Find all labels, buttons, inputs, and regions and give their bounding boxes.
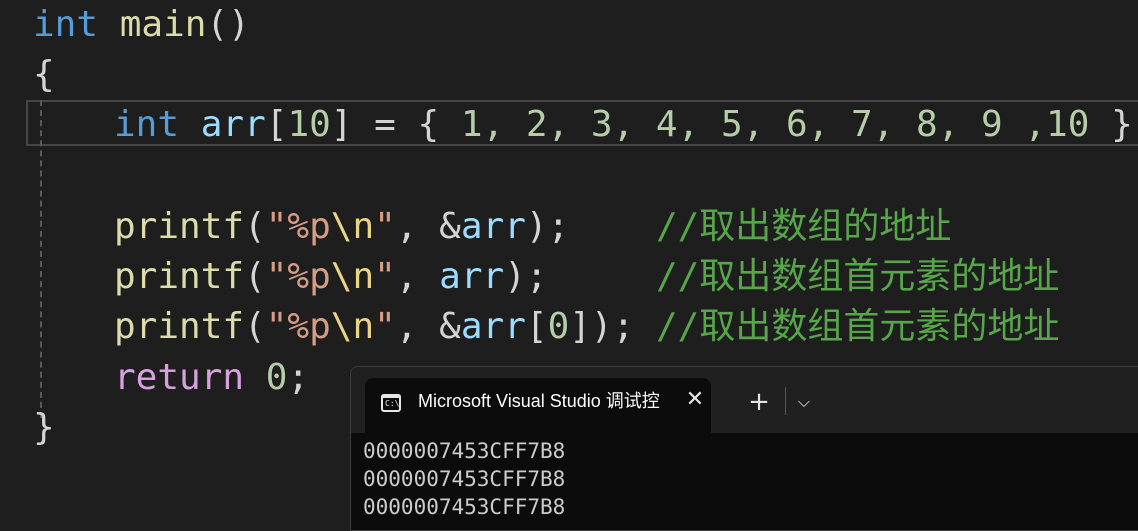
escape-sequence: \n [330, 256, 375, 297]
comment: //取出数组首元素的地址 [655, 306, 1060, 347]
argument: arr [460, 306, 526, 347]
function-call: printf [114, 256, 245, 297]
return-value: 0 [265, 357, 288, 398]
open-brace: { [33, 54, 55, 95]
initializer-values: 1, 2, 3, 4, 5, 6, 7, 8, 9 ,10 [460, 104, 1090, 145]
format-string: "%p [265, 306, 331, 347]
function-name: main [119, 4, 207, 45]
debug-console-window[interactable]: C:\ Microsoft Visual Studio 调试控 ✕ + ⌵ 00… [350, 366, 1138, 531]
keyword-int: int [114, 104, 180, 145]
code-line-7[interactable]: return 0; [114, 353, 309, 403]
paren: ( [244, 306, 266, 347]
format-string: "%p [265, 256, 331, 297]
string-quote: " [374, 256, 396, 297]
output-line: 0000007453CFF7B8 [363, 467, 566, 491]
code-line-3[interactable]: int arr[10] = { 1, 2, 3, 4, 5, 6, 7, 8, … [114, 100, 1138, 150]
function-call: printf [114, 306, 245, 347]
escape-sequence: \n [330, 206, 375, 247]
separator: , & [395, 206, 461, 247]
parens: () [206, 4, 250, 45]
statement-end: ]); [569, 306, 635, 347]
statement-end: ; [287, 357, 310, 398]
paren: ( [244, 256, 266, 297]
index: 0 [547, 306, 570, 347]
indent-guide [40, 100, 42, 418]
separator: , [395, 256, 440, 297]
terminal-output[interactable]: 0000007453CFF7B8 0000007453CFF7B8 000000… [363, 437, 1138, 530]
new-tab-button[interactable]: + [746, 389, 772, 415]
function-call: printf [114, 206, 245, 247]
code-line-5[interactable]: printf("%p\n", arr); //取出数组首元素的地址 [114, 252, 1059, 302]
string-quote: " [374, 206, 396, 247]
statement-end: ); [525, 206, 570, 247]
chevron-down-icon[interactable]: ⌵ [793, 389, 815, 415]
code-line-4[interactable]: printf("%p\n", &arr); //取出数组的地址 [114, 202, 951, 252]
keyword-int: int [33, 4, 99, 45]
code-line-6[interactable]: printf("%p\n", &arr[0]); //取出数组首元素的地址 [114, 302, 1059, 352]
string-quote: " [374, 306, 396, 347]
format-string: "%p [265, 206, 331, 247]
divider [785, 387, 786, 415]
paren: ( [244, 206, 266, 247]
statement-end: }; [1111, 104, 1138, 145]
argument: arr [439, 256, 505, 297]
code-line-1[interactable]: int main() [33, 0, 250, 50]
keyword-return: return [114, 357, 245, 398]
variable-arr: arr [200, 104, 266, 145]
escape-sequence: \n [330, 306, 375, 347]
output-line: 0000007453CFF7B8 [363, 439, 566, 463]
terminal-titlebar[interactable]: C:\ Microsoft Visual Studio 调试控 ✕ + ⌵ [351, 367, 1138, 433]
tab-title: Microsoft Visual Studio 调试控 [418, 391, 660, 411]
assign: = { [352, 104, 461, 145]
bracket: [ [265, 104, 288, 145]
terminal-tab[interactable]: C:\ Microsoft Visual Studio 调试控 ✕ [365, 378, 711, 433]
comment: //取出数组首元素的地址 [655, 256, 1060, 297]
console-icon-text: C:\ [385, 399, 400, 408]
argument: arr [460, 206, 526, 247]
comment: //取出数组的地址 [655, 206, 952, 247]
code-line-8[interactable]: } [33, 403, 55, 453]
close-brace: } [33, 407, 55, 448]
output-line: 0000007453CFF7B8 [363, 495, 566, 519]
bracket: ] [330, 104, 353, 145]
code-line-2[interactable]: { [33, 50, 55, 100]
bracket: [ [525, 306, 548, 347]
separator: , & [395, 306, 461, 347]
statement-end: ); [504, 256, 548, 297]
console-icon: C:\ [381, 394, 401, 412]
close-icon[interactable]: ✕ [683, 388, 707, 412]
array-size: 10 [287, 104, 331, 145]
